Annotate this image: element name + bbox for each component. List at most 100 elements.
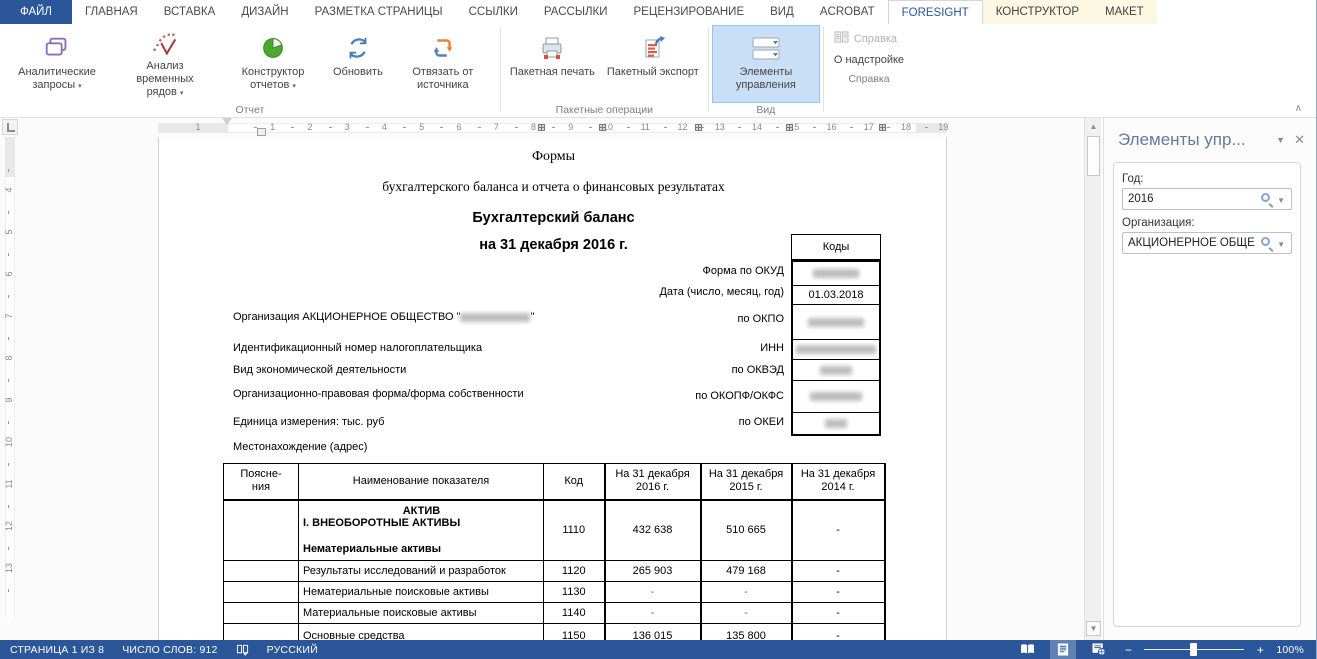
tab-selector-icon[interactable] xyxy=(2,119,18,135)
ribbon-tab-11[interactable]: КОНСТРУКТОР xyxy=(983,0,1092,24)
page-indicator[interactable]: СТРАНИЦА 1 ИЗ 8 xyxy=(10,644,104,656)
proofing-icon[interactable] xyxy=(236,643,249,656)
value-cell: 479 168 xyxy=(701,561,792,582)
vertical-ruler[interactable]: 45678910111213 xyxy=(0,137,19,640)
ruler-tick xyxy=(887,127,890,128)
ruler-number: 11 xyxy=(4,477,14,491)
chevron-down-icon[interactable]: ▼ xyxy=(1277,240,1285,249)
ruler-tick xyxy=(8,211,9,214)
zoom-level[interactable]: 100% xyxy=(1276,644,1304,656)
ribbon-tab-8[interactable]: ВИД xyxy=(757,0,807,24)
ribbon-group-view: Элементы управления Вид xyxy=(709,24,823,117)
indicator-name-cell: Результаты исследований и разработок xyxy=(299,561,544,582)
pane-close-icon[interactable]: ✕ xyxy=(1294,132,1305,148)
indent-marker[interactable] xyxy=(257,128,266,136)
indicator-name-cell: Нематериальные поисковые активы xyxy=(299,582,544,603)
code-cell: 1120 xyxy=(544,561,605,582)
table-column-marker[interactable] xyxy=(786,124,793,131)
doc-info-line: Местонахождение (адрес) xyxy=(233,441,367,453)
search-icon[interactable] xyxy=(1261,193,1270,202)
note-cell xyxy=(224,624,299,641)
table-column-marker[interactable] xyxy=(879,124,886,131)
table-row: Материальные поисковые активы1140--- xyxy=(224,603,885,624)
button-label: Конструктор отчетов xyxy=(225,66,321,93)
refresh-button[interactable]: Обновить xyxy=(327,25,389,103)
ruler-number: 12 xyxy=(676,122,690,132)
ribbon-tab-5[interactable]: ССЫЛКИ xyxy=(456,0,531,24)
ribbon-tab-bar: ФАЙЛГЛАВНАЯВСТАВКАДИЗАЙНРАЗМЕТКА СТРАНИЦ… xyxy=(0,0,1316,24)
ruler-number: 8 xyxy=(4,351,14,365)
vertical-scrollbar[interactable]: ▲ ▼ xyxy=(1084,118,1101,640)
about-addin-button[interactable]: О надстройке xyxy=(834,54,904,66)
doc-title-date: на 31 декабря 2016 г. xyxy=(223,237,884,253)
language-indicator[interactable]: РУССКИЙ xyxy=(267,644,318,656)
organization-field[interactable]: АКЦИОНЕРНОЕ ОБЩЕСТВО ▼ xyxy=(1122,232,1292,254)
chevron-down-icon[interactable]: ▼ xyxy=(1277,196,1285,205)
web-layout-icon[interactable] xyxy=(1086,640,1112,659)
ruler-number: 12 xyxy=(4,519,14,533)
zoom-in-icon[interactable]: + xyxy=(1254,643,1266,657)
first-line-indent-marker[interactable] xyxy=(222,118,232,125)
ruler-tick xyxy=(813,127,816,128)
value-cell: - xyxy=(605,603,701,624)
ruler-number: 14 xyxy=(750,122,764,132)
scroll-down-icon[interactable]: ▼ xyxy=(1086,621,1101,636)
report-designer-button[interactable]: Конструктор отчетов xyxy=(219,25,327,103)
code-cell xyxy=(793,304,879,339)
scrollbar-thumb[interactable] xyxy=(1087,136,1100,176)
collapse-ribbon-icon[interactable]: ∧ xyxy=(1295,103,1302,114)
ruler-number: 19 xyxy=(936,122,950,132)
word-count[interactable]: ЧИСЛО СЛОВ: 912 xyxy=(122,644,217,656)
scroll-up-icon[interactable]: ▲ xyxy=(1086,119,1101,134)
ribbon-tab-4[interactable]: РАЗМЕТКА СТРАНИЦЫ xyxy=(302,0,456,24)
ribbon-tab-9[interactable]: ACROBAT xyxy=(807,0,888,24)
about-label: О надстройке xyxy=(834,54,904,66)
ribbon-tab-2[interactable]: ВСТАВКА xyxy=(151,0,229,24)
code-row-label: по ОКВЭД xyxy=(732,364,784,376)
print-layout-icon[interactable] xyxy=(1050,640,1076,659)
table-header-cell: На 31 декабря 2016 г. xyxy=(605,464,701,500)
ruler-tick xyxy=(8,463,9,466)
value-cell: - xyxy=(792,603,885,624)
ruler-number: 6 xyxy=(4,267,14,281)
pane-menu-icon[interactable]: ▼ xyxy=(1276,135,1285,145)
ribbon-tab-12[interactable]: МАКЕТ xyxy=(1092,0,1157,24)
unlink-source-button[interactable]: Отвязать от источника xyxy=(389,25,497,103)
ruler-number: 16 xyxy=(825,122,839,132)
ribbon-tab-3[interactable]: ДИЗАЙН xyxy=(228,0,301,24)
ruler-tick xyxy=(8,295,9,298)
zoom-out-icon[interactable]: − xyxy=(1122,643,1134,657)
table-column-marker[interactable] xyxy=(538,124,545,131)
batch-export-button[interactable]: Пакетный экспорт xyxy=(601,25,705,103)
table-header-cell: Поясне- ния xyxy=(224,464,299,500)
ruler-tick xyxy=(254,127,257,128)
ribbon-tab-10[interactable]: FORESIGHT xyxy=(888,0,983,24)
button-label: Элементы управления xyxy=(718,66,814,92)
table-header-cell: Наименование показателя xyxy=(299,464,544,500)
search-icon[interactable] xyxy=(1261,237,1270,246)
ruler-number: 10 xyxy=(4,435,14,449)
doc-title: Бухгалтерский баланс xyxy=(223,210,884,226)
table-column-marker[interactable] xyxy=(599,124,606,131)
zoom-slider[interactable] xyxy=(1144,640,1244,659)
ribbon-tab-6[interactable]: РАССЫЛКИ xyxy=(531,0,621,24)
table-column-marker[interactable] xyxy=(695,124,702,131)
code-row-label: по ОКЕИ xyxy=(739,416,784,428)
time-series-button[interactable]: Анализ временных рядов xyxy=(111,25,219,103)
read-mode-icon[interactable] xyxy=(1014,640,1040,659)
ribbon-tab-1[interactable]: ГЛАВНАЯ xyxy=(72,0,151,24)
table-row: Основные средства1150136 015135 800- xyxy=(224,624,885,641)
ribbon-tab-7[interactable]: РЕЦЕНЗИРОВАНИЕ xyxy=(621,0,758,24)
help-button: Справка xyxy=(834,30,897,47)
controls-toggle-button[interactable]: Элементы управления xyxy=(712,25,820,103)
batch-print-button[interactable]: Пакетная печать xyxy=(504,25,601,103)
analytic-queries-button[interactable]: Аналитические запросы xyxy=(3,25,111,103)
horizontal-ruler[interactable]: 112345678910111213141516171819 xyxy=(158,118,947,137)
zoom-thumb[interactable] xyxy=(1190,643,1197,656)
ribbon-tab-0[interactable]: ФАЙЛ xyxy=(0,0,72,24)
redacted-value xyxy=(820,366,852,375)
analytic-queries-icon xyxy=(42,30,72,66)
document-page[interactable]: Формы бухгалтерского баланса и отчета о … xyxy=(158,137,947,640)
year-field[interactable]: 2016 ▼ xyxy=(1122,188,1292,210)
ruler-number: 7 xyxy=(4,309,14,323)
